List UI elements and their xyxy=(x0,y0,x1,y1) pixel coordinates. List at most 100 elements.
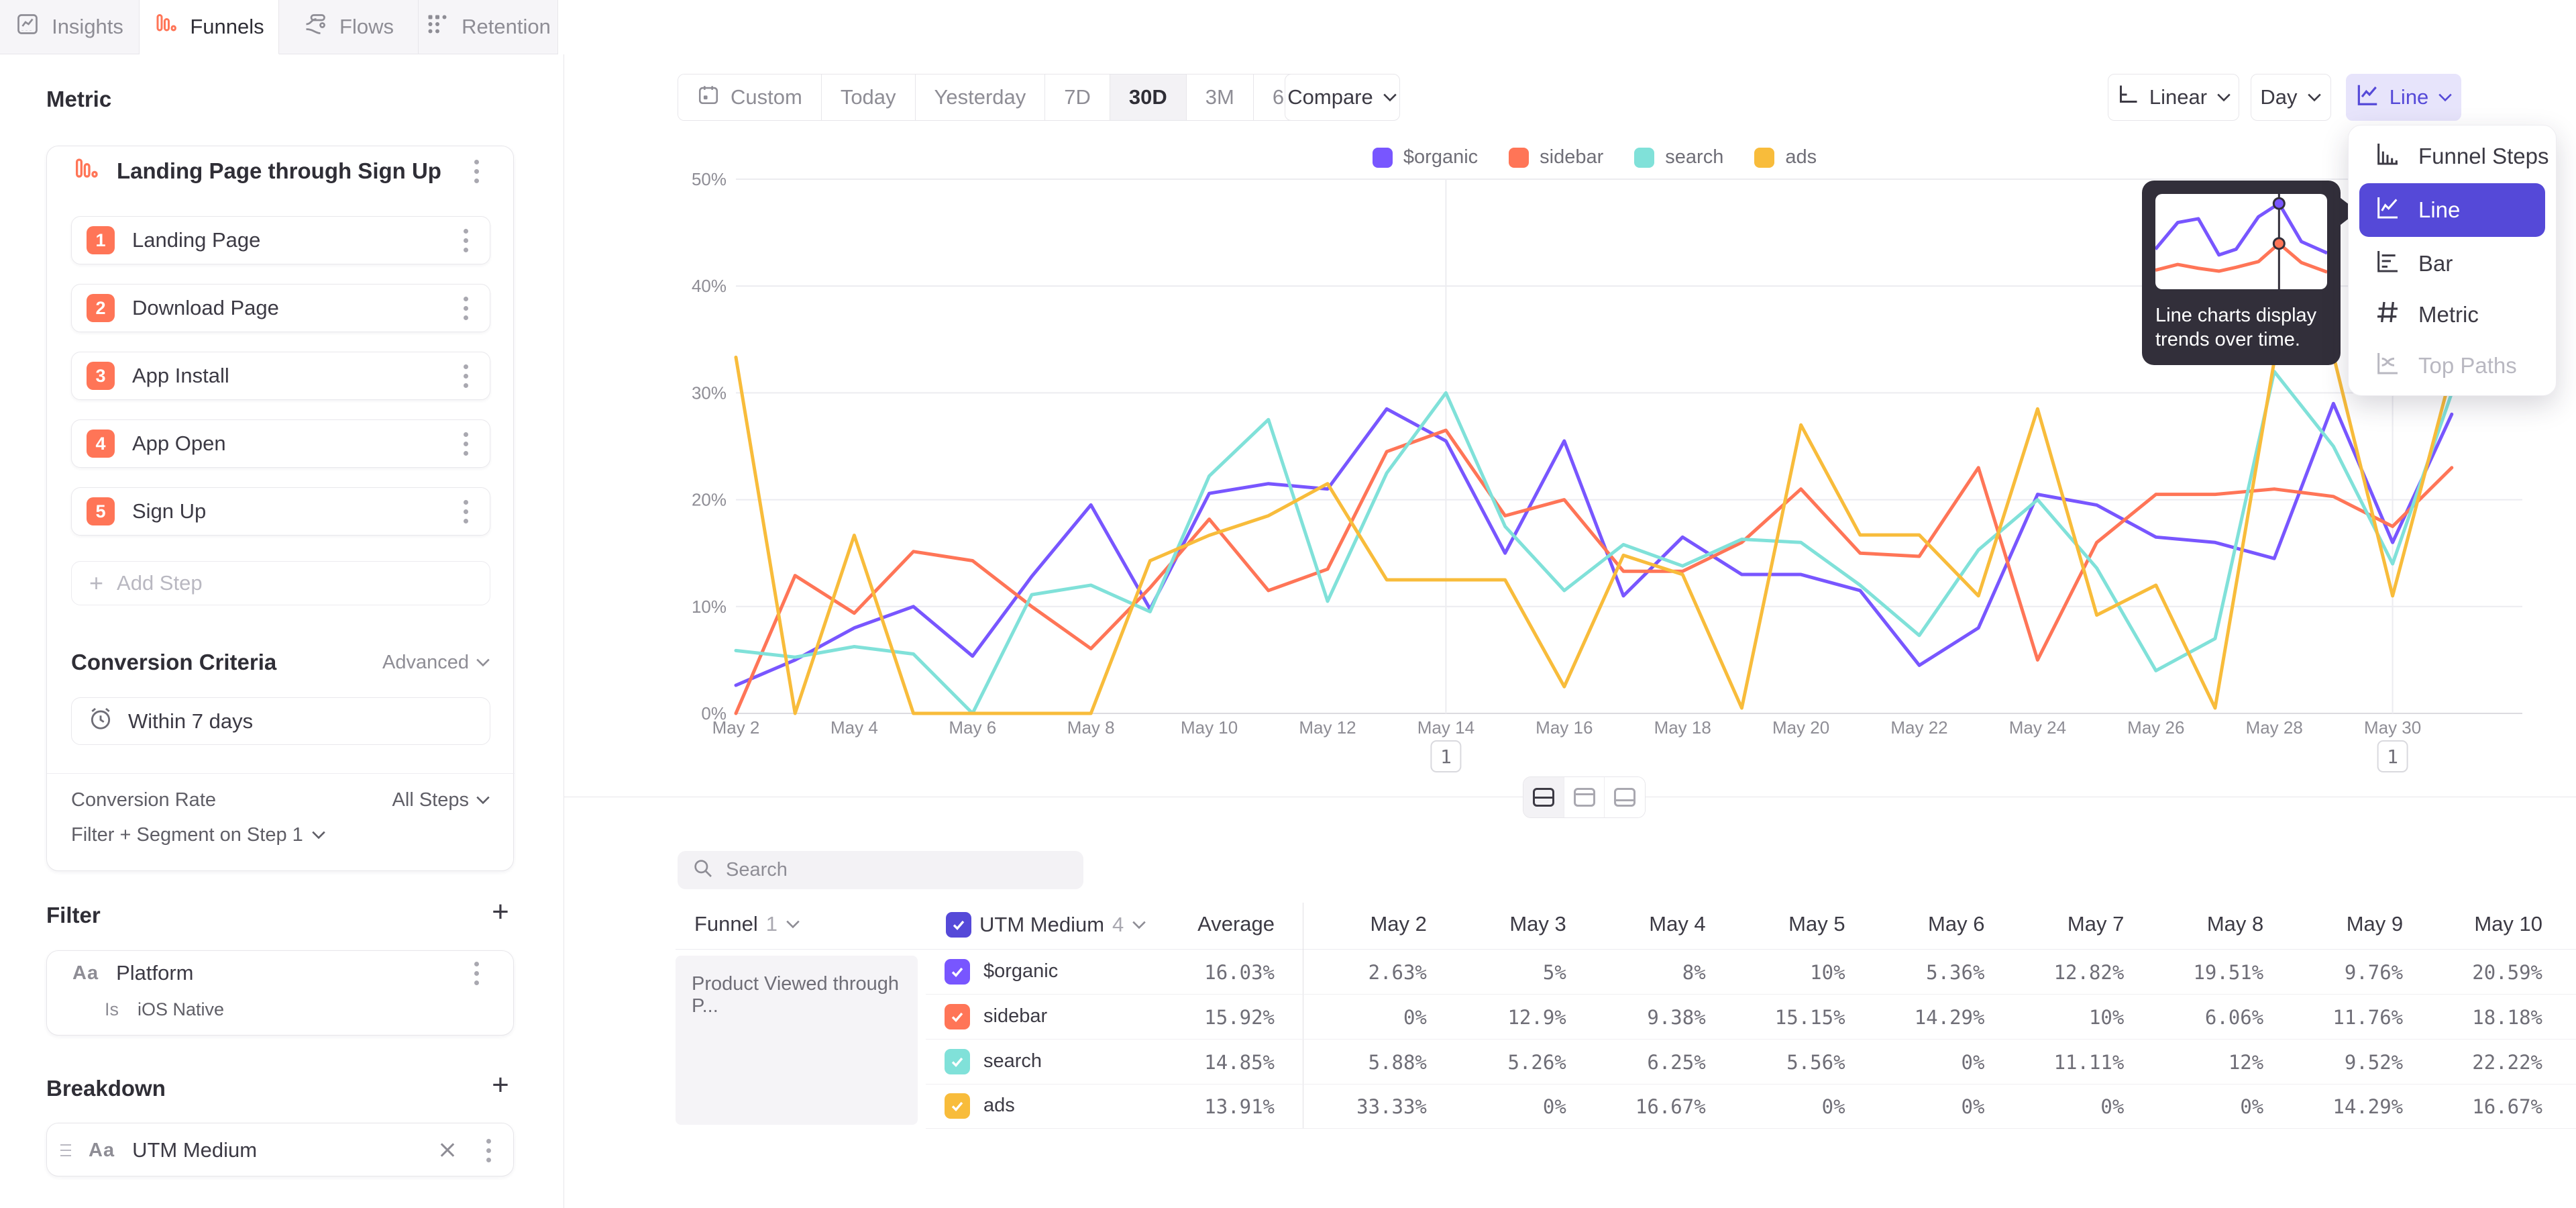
funnel-step-5[interactable]: 5Sign Up xyxy=(71,487,490,536)
kebab-menu-icon[interactable] xyxy=(453,361,478,391)
add-step-button[interactable]: + Add Step xyxy=(71,561,490,605)
date-column-header[interactable]: May 5 xyxy=(1713,912,1852,936)
checkbox-checked-icon[interactable] xyxy=(946,912,971,938)
series-line-sidebar[interactable] xyxy=(736,430,2452,713)
advanced-dropdown[interactable]: Advanced xyxy=(382,652,490,674)
series-name: sidebar xyxy=(983,1005,1047,1027)
advanced-label: Advanced xyxy=(382,652,469,674)
tab-funnels[interactable]: Funnels xyxy=(140,0,279,54)
checkbox-checked-icon[interactable] xyxy=(945,1004,970,1029)
split-view-button[interactable] xyxy=(1523,777,1564,817)
date-column-header[interactable]: May 2 xyxy=(1294,912,1434,936)
kebab-menu-icon[interactable] xyxy=(476,1136,500,1165)
date-column-header[interactable]: May 10 xyxy=(2410,912,2549,936)
funnel-step-3[interactable]: 3App Install xyxy=(71,352,490,400)
tab-insights[interactable]: Insights xyxy=(0,0,140,54)
date-column-header[interactable]: May 4 xyxy=(1573,912,1713,936)
conversion-window-button[interactable]: Within 7 days xyxy=(71,697,490,745)
checkbox-checked-icon[interactable] xyxy=(945,959,970,985)
calendar-icon xyxy=(697,83,720,111)
tab-retention[interactable]: Retention xyxy=(419,0,558,54)
funnel-step-4[interactable]: 4App Open xyxy=(71,419,490,468)
metric-header[interactable]: Landing Page through Sign Up xyxy=(72,154,488,188)
filter-condition-row[interactable]: Is iOS Native xyxy=(105,999,224,1020)
chart-type-button[interactable]: Line xyxy=(2346,74,2461,121)
cell-value: 6.25% xyxy=(1573,1051,1713,1074)
remove-breakdown-icon[interactable] xyxy=(436,1139,459,1162)
chart-type-tooltip: Line charts display trends over time. xyxy=(2142,181,2341,365)
y-axis-label: 20% xyxy=(692,490,727,510)
series-line-organic[interactable] xyxy=(736,403,2452,685)
kebab-menu-icon[interactable] xyxy=(464,156,488,186)
table-row-group[interactable]: Product Viewed through P... xyxy=(676,956,918,1125)
filter-segment-dropdown[interactable]: Filter + Segment on Step 1 xyxy=(71,820,490,850)
step-number-badge: 4 xyxy=(87,430,115,458)
scale-button[interactable]: Linear xyxy=(2108,74,2239,121)
range-7d[interactable]: 7D xyxy=(1045,74,1110,120)
range-label: 7D xyxy=(1064,85,1091,109)
legend-item-ads[interactable]: ads xyxy=(1754,146,1817,168)
step-label: Download Page xyxy=(132,296,436,320)
series-line-ads[interactable] xyxy=(736,356,2452,713)
checkbox-checked-icon[interactable] xyxy=(945,1093,970,1119)
funnel-step-1[interactable]: 1Landing Page xyxy=(71,216,490,264)
table-only-view-button[interactable] xyxy=(1605,777,1645,817)
compare-button[interactable]: Compare xyxy=(1285,74,1400,121)
breakdown-selector[interactable]: UTM Medium 4 xyxy=(946,912,1146,938)
metric-card: Landing Page through Sign Up 1Landing Pa… xyxy=(46,146,514,871)
table-row-organic[interactable]: $organic16.03%2.63%5%8%10%5.36%12.82%19.… xyxy=(926,950,2576,995)
kebab-menu-icon[interactable] xyxy=(464,958,488,988)
filter-property: Platform xyxy=(116,961,447,985)
kebab-menu-icon[interactable] xyxy=(453,429,478,458)
cell-value: 12% xyxy=(2131,1051,2270,1074)
filter-property-row[interactable]: Aa Platform xyxy=(72,956,488,990)
all-steps-dropdown[interactable]: All Steps xyxy=(392,789,490,811)
y-axis-label: 10% xyxy=(692,597,727,617)
date-column-header[interactable]: May 6 xyxy=(1852,912,1992,936)
range-yesterday[interactable]: Yesterday xyxy=(916,74,1046,120)
date-column-header[interactable]: May 7 xyxy=(1991,912,2131,936)
add-filter-button[interactable]: + xyxy=(487,899,514,925)
legend-item-sidebar[interactable]: sidebar xyxy=(1509,146,1603,168)
x-axis-label: May 28 xyxy=(2246,717,2303,738)
annotation-badge[interactable] xyxy=(1431,741,1460,772)
kebab-menu-icon[interactable] xyxy=(453,225,478,255)
range-label: Yesterday xyxy=(934,85,1026,109)
range-custom[interactable]: Custom xyxy=(678,74,822,120)
menu-item-funnel-steps[interactable]: Funnel Steps xyxy=(2349,131,2556,182)
range-30d[interactable]: 30D xyxy=(1110,74,1187,120)
range-today[interactable]: Today xyxy=(822,74,916,120)
interval-button[interactable]: Day xyxy=(2251,74,2331,121)
search-input[interactable] xyxy=(726,859,1048,881)
legend-label: ads xyxy=(1785,146,1817,168)
legend-item-search[interactable]: search xyxy=(1634,146,1723,168)
date-column-header[interactable]: May 9 xyxy=(2270,912,2410,936)
table-row-search[interactable]: search14.85%5.88%5.26%6.25%5.56%0%11.11%… xyxy=(926,1040,2576,1085)
chart-only-view-button[interactable] xyxy=(1564,777,1605,817)
funnel-selector[interactable]: Funnel 1 xyxy=(694,912,800,936)
funnel-step-2[interactable]: 2Download Page xyxy=(71,284,490,332)
table-row-sidebar[interactable]: sidebar15.92%0%12.9%9.38%15.15%14.29%10%… xyxy=(926,995,2576,1040)
menu-item-bar[interactable]: Bar xyxy=(2349,238,2556,289)
tab-flows[interactable]: Flows xyxy=(279,0,419,54)
interval-label: Day xyxy=(2260,85,2297,109)
range-label: Custom xyxy=(731,85,802,109)
cell-value: 5.26% xyxy=(1434,1051,1573,1074)
add-breakdown-button[interactable]: + xyxy=(487,1072,514,1099)
annotation-badge[interactable] xyxy=(2378,741,2408,772)
checkbox-checked-icon[interactable] xyxy=(945,1049,970,1074)
date-column-header[interactable]: May 3 xyxy=(1434,912,1573,936)
menu-item-metric[interactable]: Metric xyxy=(2349,289,2556,340)
legend-item-organic[interactable]: $organic xyxy=(1373,146,1478,168)
kebab-menu-icon[interactable] xyxy=(453,497,478,526)
date-column-header[interactable]: May 8 xyxy=(2131,912,2270,936)
breakdown-property-row[interactable]: Aa UTM Medium xyxy=(60,1134,500,1167)
drag-handle-icon[interactable] xyxy=(60,1144,71,1156)
menu-item-line[interactable]: Line xyxy=(2359,183,2545,237)
kebab-menu-icon[interactable] xyxy=(453,293,478,323)
chart-type-label: Line xyxy=(2390,85,2429,109)
range-3m[interactable]: 3M xyxy=(1187,74,1254,120)
table-row-ads[interactable]: ads13.91%33.33%0%16.67%0%0%0%0%14.29%16.… xyxy=(926,1084,2576,1129)
breakdown-card: Aa UTM Medium xyxy=(46,1123,514,1176)
series-line-search[interactable] xyxy=(736,372,2452,713)
